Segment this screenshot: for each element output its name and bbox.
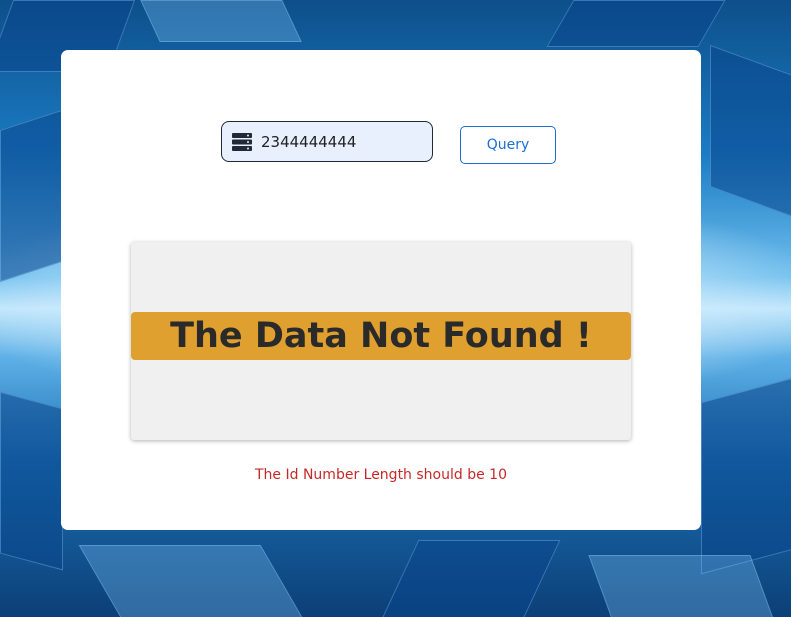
background-tile — [710, 44, 791, 218]
query-card: Query The Data Not Found ! The Id Number… — [61, 50, 701, 530]
background-tile — [701, 377, 791, 575]
id-search-field[interactable] — [221, 121, 433, 162]
background-tile — [0, 109, 62, 283]
background-tile — [140, 0, 302, 42]
result-banner: The Data Not Found ! — [131, 312, 631, 360]
query-button[interactable]: Query — [460, 126, 556, 164]
background-tile — [78, 545, 304, 617]
server-icon — [231, 132, 253, 152]
background-tile — [0, 391, 63, 571]
background-tile — [588, 555, 774, 617]
id-number-input[interactable] — [261, 132, 421, 151]
background-tile — [381, 540, 561, 617]
result-panel: The Data Not Found ! — [131, 242, 631, 440]
validation-error: The Id Number Length should be 10 — [255, 467, 507, 483]
result-message: The Data Not Found ! — [170, 316, 592, 356]
background-tile — [546, 0, 726, 47]
